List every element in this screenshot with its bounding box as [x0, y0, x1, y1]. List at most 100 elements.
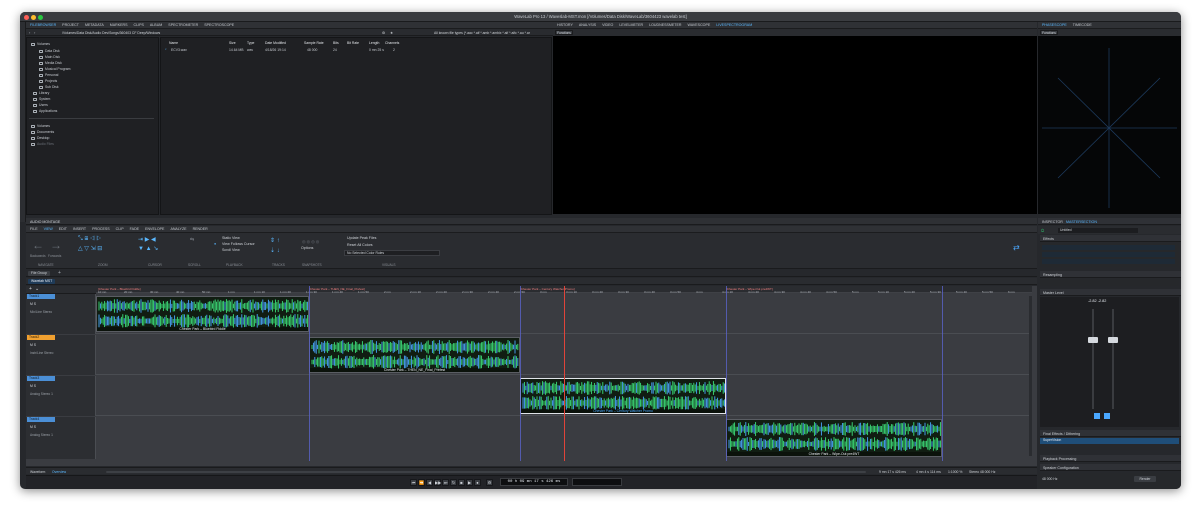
track-header[interactable]: Track2 M S Instr/Line Stereo — [26, 335, 96, 375]
tab-markers[interactable]: MARKERS — [110, 23, 128, 27]
playhead[interactable] — [564, 286, 565, 461]
effect-slot[interactable] — [1042, 259, 1175, 264]
settings-icon[interactable]: ⚙ — [382, 31, 385, 35]
track-name[interactable]: Track4 — [27, 417, 55, 422]
snapshot-icon[interactable]: ◎ ◎ ◎ ◎ — [302, 239, 319, 244]
section-dithering[interactable]: Final Effects / Dithering — [1040, 430, 1181, 437]
sync-arrows-icon[interactable]: ⇄ — [1013, 243, 1020, 252]
column-header[interactable]: Sample Rate — [304, 41, 324, 45]
scroll-icon[interactable]: ⇆ — [190, 237, 194, 243]
cursor-move-icon[interactable]: ▼ ▲ ↘ — [138, 245, 158, 252]
marker-label[interactable]: [Chester Park – THEN_NE_Final_Prefest] — [309, 287, 365, 291]
tab-render[interactable]: RENDER — [193, 227, 208, 231]
tab-analysis[interactable]: ANALYSIS — [579, 23, 596, 27]
tab-wavescope[interactable]: WAVESCOPE — [687, 23, 710, 27]
tab-project[interactable]: PROJECT — [62, 23, 79, 27]
tab-album[interactable]: ALBUM — [150, 23, 162, 27]
favorite-item[interactable]: Volumes — [31, 124, 50, 128]
rewind-icon[interactable]: ◀ — [426, 479, 433, 486]
power-icon[interactable]: ⏻ — [1041, 228, 1044, 233]
section-resampling[interactable]: Resampling — [1040, 271, 1181, 278]
back-arrow-icon[interactable]: ‹ — [29, 30, 30, 35]
marker-label[interactable]: [Chester Park – Century Watcher Promo] — [520, 287, 575, 291]
tree-item[interactable]: Main Disk — [39, 55, 60, 59]
tree-item[interactable]: Personal — [39, 73, 58, 77]
options-label[interactable]: Options — [301, 246, 313, 250]
cursor-icon[interactable]: ⇥ ▶ ◀ — [138, 236, 156, 243]
functions-button[interactable]: Functions — [555, 30, 573, 35]
tab-edit[interactable]: EDIT — [59, 227, 67, 231]
column-header[interactable]: Name — [169, 41, 178, 45]
add-tab-icon[interactable]: + — [58, 270, 61, 276]
tracks-down-icon[interactable]: ⇣ ↓ — [270, 247, 280, 254]
forward-arrow-icon[interactable]: › — [34, 30, 35, 35]
track-menu-icon[interactable]: ⌄ — [35, 286, 39, 292]
view-follows-cursor-option[interactable]: View Follows Cursor — [222, 242, 255, 246]
mute-button[interactable]: M S — [30, 425, 36, 429]
tab-mastersection[interactable]: MASTERSECTION — [1066, 220, 1097, 224]
tab-file[interactable]: FILE — [30, 227, 38, 231]
track-name[interactable]: Track2 — [27, 335, 55, 340]
tab-levelmeter[interactable]: LEVELMETER — [619, 23, 643, 27]
column-header[interactable]: Size — [229, 41, 236, 45]
path-field[interactable]: /Volumes/Data Disk/Audio Dev/Songs/36040… — [62, 31, 160, 35]
tab-metadata[interactable]: METADATA — [85, 23, 104, 27]
preset-field[interactable]: Untitled — [1058, 227, 1138, 233]
meter-icon[interactable] — [1104, 413, 1110, 419]
color-rules-select[interactable]: No Selected Color Rules — [344, 250, 440, 256]
track-header[interactable]: Track1 M S Mix/Line Stereo — [26, 294, 96, 334]
back-arrow-icon[interactable]: ← — [32, 238, 44, 252]
favorite-item[interactable]: Desktop — [31, 136, 49, 140]
resampling-slot[interactable] — [1040, 279, 1179, 286]
stop-icon[interactable]: ■ — [458, 479, 465, 486]
tree-item[interactable]: System — [33, 97, 50, 101]
marker-label[interactable]: [Chester Park – Wipe-Out pre4WT] — [726, 287, 773, 291]
master-fader[interactable] — [1088, 337, 1098, 343]
tree-item[interactable]: Sub Disk — [39, 85, 59, 89]
rewind-start-icon[interactable]: ⏮ — [410, 479, 417, 486]
update-peak-files[interactable]: Update Peak Files — [347, 236, 376, 240]
tab-spectroscope[interactable]: SPECTROSCOPE — [204, 23, 234, 27]
audio-clip[interactable]: Chester Park – Bluebird Fiddle — [96, 296, 309, 332]
tab-overview[interactable]: Overview — [52, 470, 66, 474]
tree-item[interactable]: Musical Program — [39, 67, 70, 71]
tree-root[interactable]: Volumes — [31, 42, 50, 46]
forward-arrow-icon[interactable]: → — [50, 238, 62, 252]
secondary-time-display[interactable] — [572, 478, 622, 486]
reset-all-colors[interactable]: Reset All Colors — [347, 243, 373, 247]
tree-item[interactable]: Media Disk — [39, 61, 62, 65]
tab-analyze[interactable]: ANALYZE — [170, 227, 186, 231]
mute-button[interactable]: M S — [30, 384, 36, 388]
render-button[interactable]: Render — [1134, 476, 1156, 482]
play-icon[interactable]: ▶ — [466, 479, 473, 486]
section-master-level[interactable]: Master Level — [1040, 289, 1181, 296]
tab-inspector[interactable]: INSPECTOR — [1042, 220, 1063, 224]
tree-item[interactable]: Projects — [39, 79, 57, 83]
audio-clip[interactable]: Chester Park – Wipe-Out pre4WT — [726, 419, 942, 457]
tab-waveform[interactable]: Waveform — [30, 470, 45, 474]
tree-item[interactable]: Library — [33, 91, 49, 95]
tab-fade[interactable]: FADE — [130, 227, 139, 231]
fast-forward-icon[interactable]: ▶▶ — [434, 479, 441, 486]
column-header[interactable]: Bit Rate — [347, 41, 359, 45]
tab-process[interactable]: PROCESS — [92, 227, 110, 231]
previous-icon[interactable]: ⏪ — [418, 479, 425, 486]
scroll-view-option[interactable]: Scroll View — [222, 248, 240, 252]
track-header[interactable]: Track4 M S Analog Stereo 1 — [26, 417, 96, 459]
audio-clip[interactable]: Chester Park – Century Watcher Promo — [520, 378, 726, 414]
tab-livespectrogram[interactable]: LIVESPECTROGRAM — [716, 23, 752, 27]
filter-field[interactable]: All known file types (*.aac *.aif *.amb … — [434, 31, 530, 35]
section-speaker-configuration[interactable]: Speaker Configuration — [1040, 464, 1181, 471]
tab-envelope[interactable]: ENVELOPE — [145, 227, 164, 231]
mute-button[interactable]: M S — [30, 343, 36, 347]
horizontal-scrollbar[interactable] — [106, 470, 866, 473]
record-icon[interactable]: ● — [474, 479, 481, 486]
table-row[interactable]: ♪ ECV3.wav 14.64 MB wav 4/18/26 19:14 48… — [163, 47, 543, 53]
tab-clip[interactable]: CLIP — [116, 227, 124, 231]
link-icon[interactable] — [1094, 413, 1100, 419]
column-header[interactable]: Bits — [333, 41, 339, 45]
track-name[interactable]: Track3 — [27, 376, 55, 381]
tab-spectrometer[interactable]: SPECTROMETER — [168, 23, 198, 27]
montage-tab[interactable]: Wavelab MST — [28, 279, 56, 284]
dither-plugin[interactable]: SuperVision — [1040, 438, 1179, 444]
